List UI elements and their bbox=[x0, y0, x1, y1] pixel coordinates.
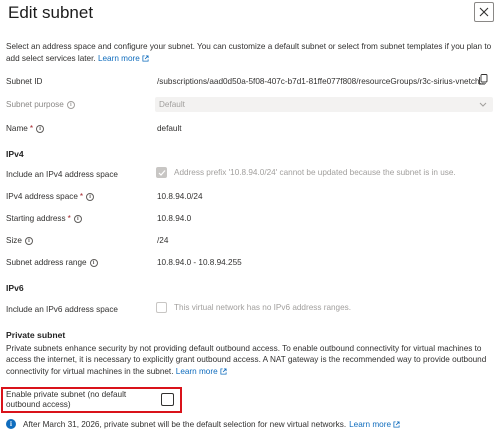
ipv4-include-checkbox[interactable] bbox=[156, 167, 167, 178]
info-icon[interactable]: i bbox=[73, 214, 82, 223]
ipv6-include-label: Include an IPv6 address space bbox=[6, 305, 118, 314]
intro-text-block: Select an address space and configure yo… bbox=[6, 41, 494, 65]
starting-address-label: Starting address * i bbox=[6, 214, 82, 223]
size-label-text: Size bbox=[6, 236, 22, 245]
intro-text: Select an address space and configure yo… bbox=[6, 42, 492, 63]
ipv6-heading: IPv6 bbox=[6, 283, 24, 293]
enable-private-subnet-label: Enable private subnet (no default outbou… bbox=[6, 390, 127, 409]
info-icon[interactable]: i bbox=[89, 258, 98, 267]
info-icon[interactable]: i bbox=[24, 236, 33, 245]
name-value: default bbox=[157, 124, 182, 133]
notice-text: After March 31, 2026, private subnet wil… bbox=[23, 419, 347, 429]
name-label: Name * i bbox=[6, 124, 45, 133]
intro-learn-more-link[interactable]: Learn more bbox=[98, 54, 140, 63]
close-icon bbox=[479, 7, 489, 17]
subnet-range-value: 10.8.94.0 - 10.8.94.255 bbox=[157, 258, 242, 267]
chevron-down-icon bbox=[479, 102, 487, 107]
subnet-purpose-label-text: Subnet purpose bbox=[6, 100, 64, 109]
ipv4-include-checkbox-row: Address prefix '10.8.94.0/24' cannot be … bbox=[156, 167, 456, 178]
notice-learn-more-link[interactable]: Learn more bbox=[349, 420, 391, 429]
private-subnet-description-block: Private subnets enhance security by not … bbox=[6, 343, 494, 377]
checkmark-icon bbox=[158, 169, 165, 176]
ipv4-include-label-text: Include an IPv4 address space bbox=[6, 170, 118, 179]
ipv6-include-checkbox-row: This virtual network has no IPv6 address… bbox=[156, 302, 351, 313]
ipv4-include-label: Include an IPv4 address space bbox=[6, 170, 118, 179]
size-value: /24 bbox=[157, 236, 169, 245]
private-subnet-heading: Private subnet bbox=[6, 330, 66, 340]
name-label-text: Name bbox=[6, 124, 28, 133]
subnet-purpose-dropdown[interactable]: Default bbox=[155, 97, 493, 112]
starting-address-value: 10.8.94.0 bbox=[157, 214, 192, 223]
required-mark: * bbox=[67, 214, 71, 223]
private-subnet-notice: i After March 31, 2026, private subnet w… bbox=[6, 419, 400, 429]
private-subnet-description: Private subnets enhance security by not … bbox=[6, 344, 487, 376]
enable-private-subnet-checkbox[interactable] bbox=[161, 393, 174, 406]
ipv6-include-checkbox[interactable] bbox=[156, 302, 167, 313]
ipv6-include-note: This virtual network has no IPv6 address… bbox=[174, 303, 352, 312]
ipv4-address-space-value: 10.8.94.0/24 bbox=[157, 192, 203, 201]
size-label: Size i bbox=[6, 236, 33, 245]
subnet-range-label-text: Subnet address range bbox=[6, 258, 87, 267]
ipv4-heading: IPv4 bbox=[6, 149, 24, 159]
ipv4-address-space-label: IPv4 address space * i bbox=[6, 192, 95, 201]
ipv6-include-label-text: Include an IPv6 address space bbox=[6, 305, 118, 314]
ipv4-address-space-label-text: IPv4 address space bbox=[6, 192, 78, 201]
subnet-id-value: /subscriptions/aad0d50a-5f08-407c-b7d1-8… bbox=[157, 77, 487, 86]
ipv4-include-note: Address prefix '10.8.94.0/24' cannot be … bbox=[174, 168, 456, 177]
subnet-range-label: Subnet address range i bbox=[6, 258, 98, 267]
external-link-icon bbox=[220, 368, 227, 375]
info-icon[interactable]: i bbox=[66, 100, 75, 109]
starting-address-label-text: Starting address bbox=[6, 214, 66, 223]
copy-icon[interactable] bbox=[478, 74, 488, 85]
required-mark: * bbox=[29, 124, 34, 133]
subnet-purpose-label: Subnet purpose i bbox=[6, 100, 75, 109]
external-link-icon bbox=[142, 55, 149, 62]
private-subnet-learn-more-link[interactable]: Learn more bbox=[176, 367, 218, 376]
subnet-purpose-value: Default bbox=[159, 100, 185, 109]
info-icon[interactable]: i bbox=[36, 124, 45, 133]
close-button[interactable] bbox=[474, 2, 494, 22]
page-title: Edit subnet bbox=[8, 3, 94, 22]
subnet-id-label: Subnet ID bbox=[6, 77, 42, 86]
info-icon[interactable]: i bbox=[86, 192, 95, 201]
required-mark: * bbox=[79, 192, 84, 201]
info-filled-icon: i bbox=[6, 419, 16, 429]
subnet-id-label-text: Subnet ID bbox=[6, 77, 43, 86]
external-link-icon bbox=[393, 420, 400, 428]
